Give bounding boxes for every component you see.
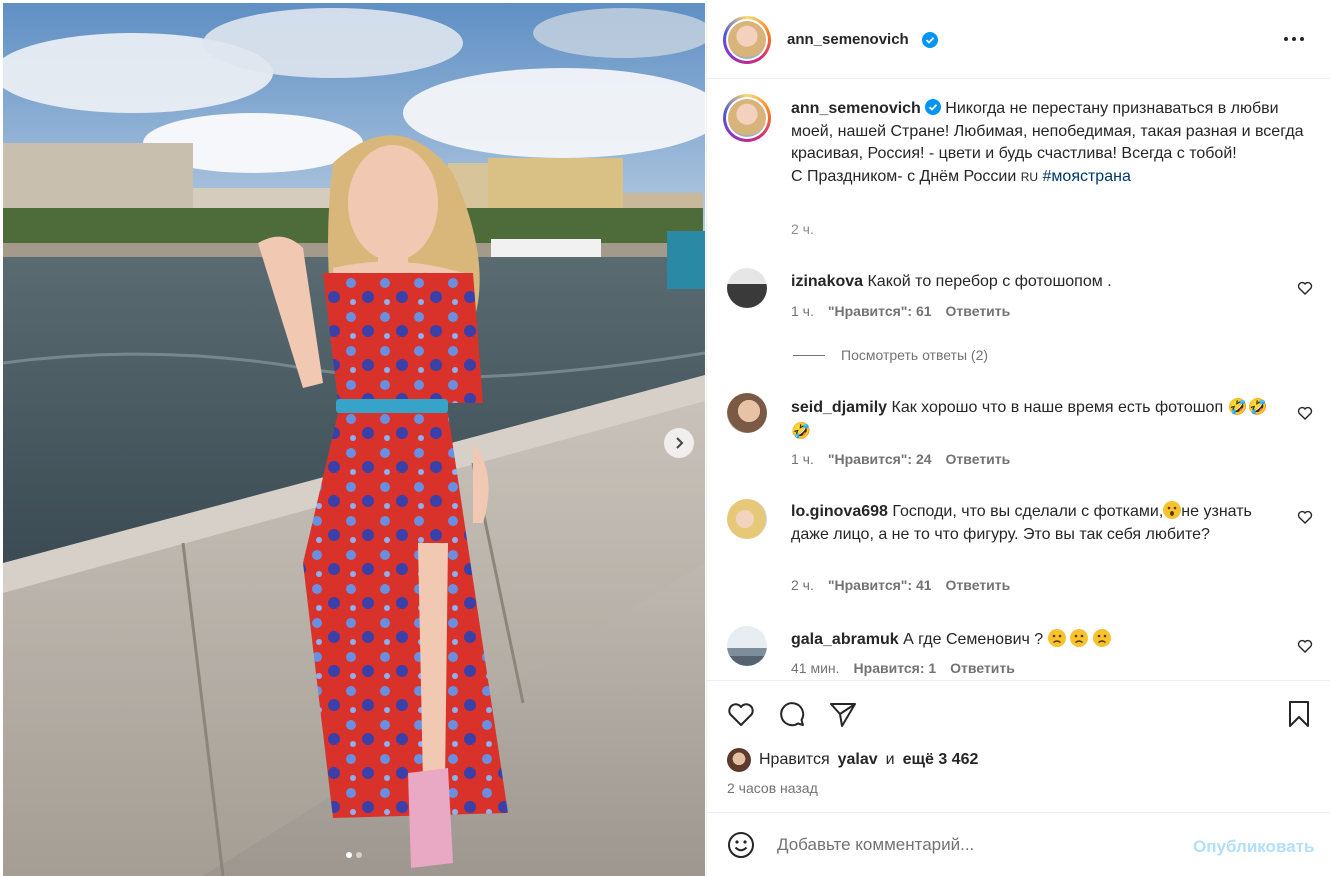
- caption-username[interactable]: ann_semenovich: [791, 100, 921, 117]
- chevron-right-icon: [676, 437, 684, 449]
- comment-text: Какой то перебор с фотошопом .: [867, 273, 1112, 290]
- comment-meta: 1 ч. "Нравится": 61 Ответить: [791, 303, 1010, 319]
- comment-bubble-icon[interactable]: [777, 699, 807, 729]
- comment-body: lo.ginova698 Господи, что вы сделали с ф…: [791, 500, 1279, 546]
- likes-count[interactable]: ещё 3 462: [903, 751, 979, 769]
- comment-likes[interactable]: Нравится: 1: [854, 660, 937, 676]
- comment-time[interactable]: 2 ч.: [791, 577, 814, 593]
- like-comment-heart-icon[interactable]: [1297, 405, 1313, 421]
- comment-likes[interactable]: "Нравится": 61: [828, 303, 932, 319]
- commenter-username[interactable]: izinakova: [791, 273, 863, 290]
- like-comment-heart-icon[interactable]: [1297, 638, 1313, 654]
- caption-line2: С Праздником- с Днём России: [791, 167, 1017, 185]
- comment-meta: 1 ч. "Нравится": 24 Ответить: [791, 451, 1010, 467]
- likes-prefix: Нравится: [759, 751, 830, 768]
- post-header: ann_semenovich: [707, 0, 1330, 79]
- more-options-icon[interactable]: [1283, 34, 1305, 44]
- like-heart-icon[interactable]: [726, 699, 756, 729]
- post-caption: ann_semenovich Никогда не перестану приз…: [791, 98, 1311, 188]
- publish-button[interactable]: Опубликовать: [1193, 837, 1314, 857]
- post-photo[interactable]: [3, 3, 705, 876]
- comment-body: seid_djamily Как хорошо что в наше время…: [791, 395, 1279, 443]
- sad-emoji-icon: [1070, 629, 1089, 647]
- comment-time[interactable]: 1 ч.: [791, 451, 814, 467]
- commenter-avatar[interactable]: [727, 393, 767, 433]
- save-bookmark-icon[interactable]: [1284, 699, 1314, 729]
- carousel-dots: [3, 852, 705, 858]
- replies-divider: [793, 354, 825, 356]
- commenter-username[interactable]: gala_abramuk: [791, 631, 899, 648]
- photo-illustration: [3, 3, 705, 876]
- carousel-dot: [356, 852, 362, 858]
- view-replies-button[interactable]: Посмотреть ответы (2): [793, 347, 988, 363]
- next-photo-button[interactable]: [664, 428, 694, 458]
- commenter-username[interactable]: seid_djamily: [791, 399, 887, 416]
- comment-input[interactable]: [777, 831, 1177, 859]
- flag-text: RU: [1020, 169, 1039, 184]
- verified-badge-icon: [922, 32, 938, 48]
- add-comment-bar: Опубликовать: [707, 812, 1330, 876]
- post-actions: Нравится yalav и ещё 3 462 2 часов назад: [707, 680, 1330, 810]
- reply-button[interactable]: Ответить: [950, 660, 1015, 676]
- reply-button[interactable]: Ответить: [946, 451, 1011, 467]
- reply-button[interactable]: Ответить: [946, 303, 1011, 319]
- comment-body: izinakova Какой то перебор с фотошопом .: [791, 270, 1279, 293]
- author-username[interactable]: ann_semenovich: [787, 31, 909, 48]
- caption-timestamp[interactable]: 2 ч.: [791, 221, 814, 237]
- commenter-avatar[interactable]: [727, 626, 767, 666]
- like-comment-heart-icon[interactable]: [1297, 280, 1313, 296]
- share-send-icon[interactable]: [828, 699, 858, 729]
- sad-emoji-icon: [1092, 629, 1111, 647]
- liker-username[interactable]: yalav: [838, 751, 878, 769]
- reply-button[interactable]: Ответить: [946, 577, 1011, 593]
- comment-meta: 2 ч. "Нравится": 41 Ответить: [791, 577, 1010, 593]
- comment-body: gala_abramuk А где Семенович ?: [791, 628, 1279, 651]
- commenter-username[interactable]: lo.ginova698: [791, 503, 888, 520]
- author-avatar[interactable]: [723, 16, 771, 64]
- like-comment-heart-icon[interactable]: [1297, 509, 1313, 525]
- commenter-avatar[interactable]: [727, 499, 767, 539]
- surprised-emoji-icon: [1163, 501, 1182, 519]
- post-side-panel: ann_semenovich ann_semenovich Никогда не…: [706, 0, 1330, 876]
- emoji-picker-icon[interactable]: [726, 830, 756, 860]
- likes-summary[interactable]: Нравится yalav и ещё 3 462: [727, 748, 978, 772]
- commenter-avatar[interactable]: [727, 268, 767, 308]
- sad-emoji-icon: [1047, 629, 1066, 647]
- instagram-post-modal: ann_semenovich ann_semenovich Никогда не…: [0, 0, 1330, 876]
- comment-text: А где Семенович ?: [903, 631, 1044, 648]
- comment-text: Как хорошо что в наше время есть фотошоп: [891, 399, 1224, 416]
- likes-conj: и: [885, 751, 895, 768]
- comment-meta: 41 мин. Нравится: 1 Ответить: [791, 660, 1015, 676]
- liker-avatar[interactable]: [727, 748, 751, 772]
- comment-time[interactable]: 1 ч.: [791, 303, 814, 319]
- comment-likes[interactable]: "Нравится": 24: [828, 451, 932, 467]
- caption-author-avatar[interactable]: [723, 94, 771, 142]
- post-timestamp[interactable]: 2 часов назад: [727, 780, 818, 796]
- comment-likes[interactable]: "Нравится": 41: [828, 577, 932, 593]
- view-replies-label: Посмотреть ответы (2): [841, 347, 989, 363]
- carousel-dot-active: [346, 852, 352, 858]
- verified-badge-icon: [924, 99, 941, 115]
- comment-time[interactable]: 41 мин.: [791, 660, 840, 676]
- hashtag-link[interactable]: #моястрана: [1043, 168, 1131, 185]
- comment-text: Господи, что вы сделали с фотками,: [892, 503, 1164, 520]
